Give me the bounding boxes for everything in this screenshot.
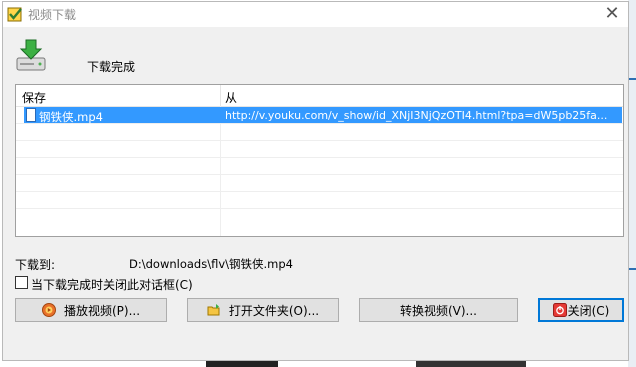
power-icon: [552, 303, 567, 317]
background-dark-area: [206, 361, 278, 367]
video-file-icon: [26, 108, 36, 122]
column-header-from[interactable]: 从: [225, 89, 237, 106]
grid-line: [220, 106, 221, 236]
grid-line: [16, 191, 623, 192]
grid-line: [16, 123, 623, 124]
close-on-complete-label[interactable]: 当下载完成时关闭此对话框(C): [31, 276, 193, 293]
row-source-url: http://v.youku.com/v_show/id_XNjI3NjQzOT…: [225, 109, 608, 122]
open-folder-button[interactable]: 打开文件夹(O)...: [187, 298, 339, 322]
grid-line: [16, 174, 623, 175]
window-title: 视频下载: [28, 8, 77, 22]
close-on-complete-checkbox[interactable]: [15, 276, 28, 289]
background-accent-line: [628, 268, 636, 270]
download-list[interactable]: 保存 从 钢铁侠.mp4 http://v.youku.com/v_show/i…: [15, 84, 624, 237]
convert-video-label: 转换视频(V)...: [399, 303, 478, 318]
grid-line: [16, 208, 623, 209]
video-download-dialog: 视频下载 ✕ 下载完成 保存 从 钢铁侠.mp4 http://v.youku.…: [2, 1, 629, 361]
grid-line: [16, 140, 623, 141]
close-button[interactable]: 关闭(C): [538, 298, 624, 322]
download-drive-icon: [16, 39, 46, 71]
column-header-save[interactable]: 保存: [22, 89, 46, 106]
title-bar: 视频下载 ✕: [3, 2, 628, 27]
open-folder-label: 打开文件夹(O)...: [228, 303, 320, 318]
close-window-button[interactable]: ✕: [600, 2, 624, 26]
list-header: 保存 从: [16, 85, 623, 107]
download-to-label: 下载到:: [15, 258, 56, 272]
background-window-edge: [628, 0, 636, 367]
grid-line: [16, 157, 623, 158]
play-video-button[interactable]: 播放视频(P)...: [15, 298, 167, 322]
convert-video-button[interactable]: 转换视频(V)...: [359, 298, 518, 322]
row-file-name: 钢铁侠.mp4: [39, 110, 103, 124]
play-icon: [41, 303, 56, 317]
background-accent-line: [628, 78, 636, 80]
close-label: 关闭(C): [567, 303, 610, 318]
screen: 视频下载 ✕ 下载完成 保存 从 钢铁侠.mp4 http://v.youku.…: [0, 0, 636, 367]
download-status: 下载完成: [87, 60, 136, 74]
checkmark-app-icon: [7, 7, 22, 22]
folder-icon: [207, 304, 220, 316]
background-dark-area: [416, 361, 526, 367]
play-video-label: 播放视频(P)...: [63, 303, 141, 318]
column-separator[interactable]: [220, 85, 221, 106]
download-path: D:\downloads\flv\钢铁侠.mp4: [129, 257, 293, 271]
